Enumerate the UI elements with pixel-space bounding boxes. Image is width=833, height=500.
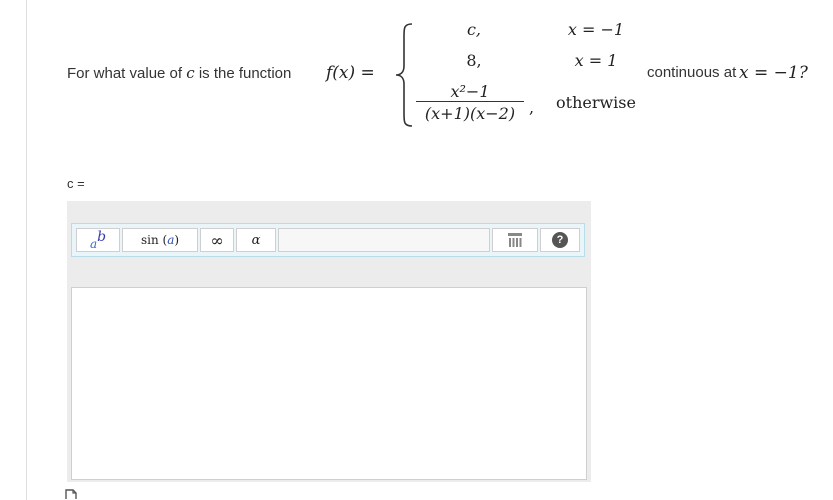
power-icon: ab — [89, 229, 107, 251]
case-3-numerator: x²−1 — [450, 82, 490, 101]
power-button[interactable]: ab — [76, 228, 120, 252]
help-icon: ? — [552, 232, 568, 248]
answer-input[interactable] — [71, 287, 587, 480]
question-page: For what value of c is the function f(x)… — [0, 0, 833, 500]
question-prefix: For what value of — [67, 65, 183, 82]
sine-button[interactable]: sin (a) — [122, 228, 198, 252]
sine-icon: sin (a) — [140, 233, 180, 247]
variable-c: c — [186, 64, 195, 82]
infinity-icon: ∞ — [210, 230, 224, 250]
case-2-condition: x = 1 — [574, 51, 618, 70]
fraction-bar — [416, 101, 524, 102]
case-1-value: c, — [466, 20, 482, 39]
help-button[interactable]: ? — [540, 228, 580, 252]
left-divider — [26, 0, 27, 500]
infinity-button[interactable]: ∞ — [200, 228, 234, 252]
case-1-condition: x = −1 — [567, 20, 625, 39]
question-suffix-math: x = −1? — [739, 63, 808, 83]
case-3-denominator: (x+1)(x−2) — [424, 104, 516, 123]
document-icon[interactable] — [64, 488, 78, 500]
case-3-condition: otherwise — [556, 93, 636, 112]
math-editor: ab sin (a) ∞ α ? — [67, 201, 591, 482]
question-middle: is the function — [198, 65, 292, 82]
answer-label: c = — [67, 176, 85, 191]
function-definition: f(x) = — [326, 62, 375, 84]
case-2-value: 8, — [466, 51, 482, 70]
toolbar-spacer — [278, 228, 490, 252]
function-lhs: f(x) = — [326, 63, 375, 83]
matrix-icon — [508, 233, 522, 247]
matrix-button[interactable] — [492, 228, 538, 252]
editor-toolbar: ab sin (a) ∞ α ? — [71, 223, 585, 257]
question-suffix: continuous at — [647, 64, 737, 81]
alpha-icon: α — [251, 232, 261, 248]
case-3-comma: , — [529, 98, 535, 117]
alpha-button[interactable]: α — [236, 228, 276, 252]
question-text: For what value of c is the function — [67, 64, 291, 83]
